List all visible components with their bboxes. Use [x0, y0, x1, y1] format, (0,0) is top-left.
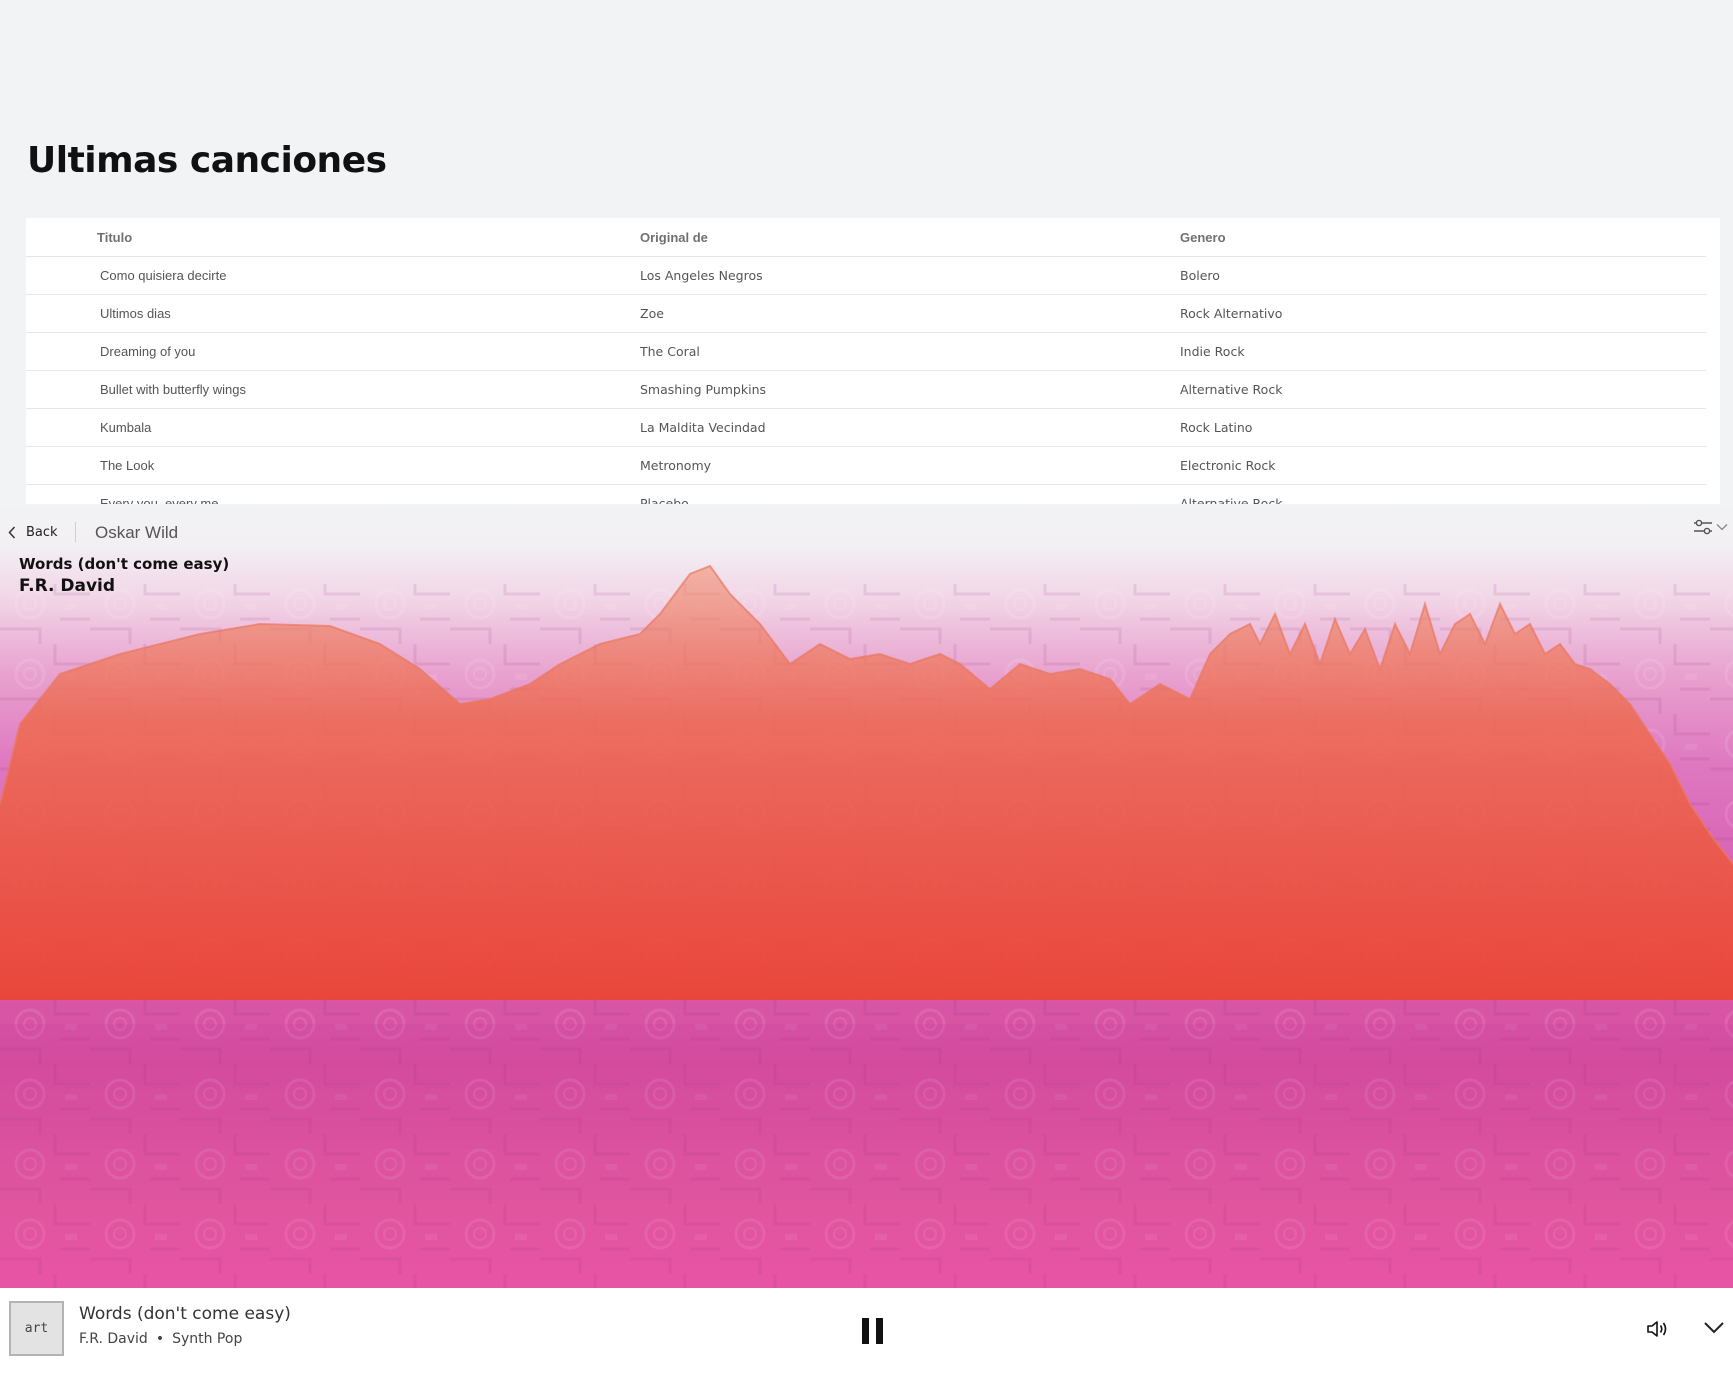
pause-button[interactable] — [862, 1318, 884, 1344]
song-title-cell: Every you, every me — [26, 484, 640, 504]
table-row[interactable]: Kumbala La Maldita Vecindad Rock Latino — [26, 408, 1706, 447]
song-genre-cell: Bolero — [1180, 256, 1706, 295]
song-original-cell: Los Angeles Negros — [640, 256, 1180, 295]
table-row[interactable]: Every you, every me Placebo Alternative … — [26, 484, 1706, 504]
song-original-cell: Smashing Pumpkins — [640, 370, 1180, 409]
column-header-genero[interactable]: Genero — [1180, 218, 1706, 257]
song-original-cell: Placebo — [640, 484, 1180, 504]
back-button[interactable]: Back — [8, 521, 58, 543]
song-title-cell: Ultimos dias — [26, 294, 640, 333]
volume-icon — [1647, 1321, 1667, 1337]
song-genre-cell: Electronic Rock — [1180, 446, 1706, 485]
song-genre-cell: Alternative Rock — [1180, 484, 1706, 504]
song-genre-cell: Rock Latino — [1180, 408, 1706, 447]
header-divider — [75, 522, 76, 542]
song-title-cell: The Look — [26, 446, 640, 485]
songs-table-container[interactable]: Titulo Original de Genero Como quisiera … — [26, 218, 1720, 504]
song-original-cell: La Maldita Vecindad — [640, 408, 1180, 447]
sliders-icon — [1694, 519, 1712, 535]
song-title-cell: Dreaming of you — [26, 332, 640, 371]
page-title: Ultimas canciones — [27, 140, 387, 181]
chevron-down-icon — [1704, 1322, 1724, 1334]
table-header-row: Titulo Original de Genero — [26, 218, 1706, 257]
songs-table: Titulo Original de Genero Como quisiera … — [26, 218, 1706, 504]
table-row[interactable]: Bullet with butterfly wings Smashing Pum… — [26, 370, 1706, 409]
song-original-cell: The Coral — [640, 332, 1180, 371]
volume-button[interactable] — [1646, 1319, 1670, 1344]
track-artist[interactable]: F.R. David — [79, 1331, 148, 1347]
song-title-cell: Kumbala — [26, 408, 640, 447]
chevron-down-icon — [1716, 524, 1728, 531]
song-genre-cell: Alternative Rock — [1180, 370, 1706, 409]
track-title: Words (don't come easy) — [79, 1304, 291, 1324]
track-meta: F.R. David • Synth Pop — [79, 1331, 242, 1347]
song-title-cell: Bullet with butterfly wings — [26, 370, 640, 409]
player-header: Back Oskar Wild — [0, 504, 1733, 559]
song-title-cell: Como quisiera decirte — [26, 256, 640, 295]
song-original-cell: Zoe — [640, 294, 1180, 333]
column-header-original[interactable]: Original de — [640, 218, 1180, 257]
back-label: Back — [26, 524, 58, 540]
table-row[interactable]: The Look Metronomy Electronic Rock — [26, 446, 1706, 485]
song-genre-cell: Rock Alternativo — [1180, 294, 1706, 333]
table-row[interactable]: Como quisiera decirte Los Angeles Negros… — [26, 256, 1706, 295]
song-genre-cell: Indie Rock — [1180, 332, 1706, 371]
pause-icon — [862, 1318, 869, 1344]
column-header-titulo[interactable]: Titulo — [26, 218, 640, 257]
track-genre: Synth Pop — [172, 1331, 243, 1347]
table-row[interactable]: Ultimos dias Zoe Rock Alternativo — [26, 294, 1706, 333]
now-playing-view: Back Oskar Wild Words (don't come easy) … — [0, 504, 1733, 1288]
now-playing-artist: F.R. David — [19, 576, 116, 596]
now-playing-title: Words (don't come easy) — [19, 555, 230, 573]
chevron-left-icon — [8, 525, 16, 539]
station-name: Oskar Wild — [95, 523, 179, 542]
meta-separator: • — [155, 1331, 165, 1347]
pause-icon — [876, 1318, 883, 1344]
audio-visualizer — [0, 564, 1733, 1288]
collapse-player-button[interactable] — [1703, 1321, 1725, 1340]
visualizer-settings-button[interactable] — [1693, 518, 1728, 536]
table-row[interactable]: Dreaming of you The Coral Indie Rock — [26, 332, 1706, 371]
playback-bar: art Words (don't come easy) F.R. David • S… — [0, 1288, 1733, 1374]
album-art[interactable]: art — [9, 1301, 64, 1356]
background-band — [0, 1024, 1733, 1288]
song-original-cell: Metronomy — [640, 446, 1180, 485]
